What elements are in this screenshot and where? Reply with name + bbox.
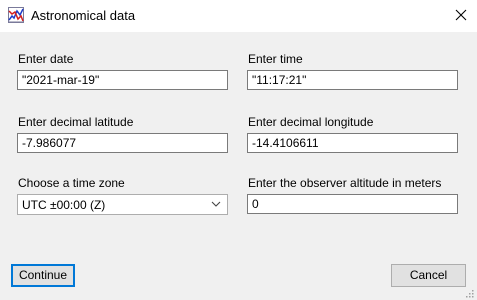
time-label: Enter time [248, 52, 303, 66]
latitude-field[interactable]: -7.986077 [17, 133, 228, 153]
chevron-down-icon [211, 201, 221, 207]
resize-grip-icon[interactable] [465, 289, 474, 298]
timezone-selected-value: UTC ±00:00 (Z) [22, 198, 106, 212]
altitude-field[interactable]: 0 [247, 194, 458, 214]
chart-icon [8, 7, 24, 23]
window-title: Astronomical data [31, 8, 136, 23]
cancel-button[interactable]: Cancel [391, 264, 466, 287]
timezone-select[interactable]: UTC ±00:00 (Z) [17, 194, 228, 215]
date-field[interactable]: "2021-mar-19" [17, 70, 228, 90]
timezone-label: Choose a time zone [18, 176, 125, 190]
close-button[interactable] [448, 3, 474, 27]
longitude-label: Enter decimal longitude [248, 115, 374, 129]
continue-button[interactable]: Continue [11, 264, 75, 287]
close-icon [455, 9, 467, 21]
altitude-label: Enter the observer altitude in meters [248, 176, 442, 190]
date-label: Enter date [18, 52, 74, 66]
longitude-field[interactable]: -14.4106611 [247, 133, 458, 153]
title-bar: Astronomical data [0, 0, 477, 32]
latitude-label: Enter decimal latitude [18, 115, 134, 129]
time-field[interactable]: "11:17:21" [247, 70, 458, 90]
